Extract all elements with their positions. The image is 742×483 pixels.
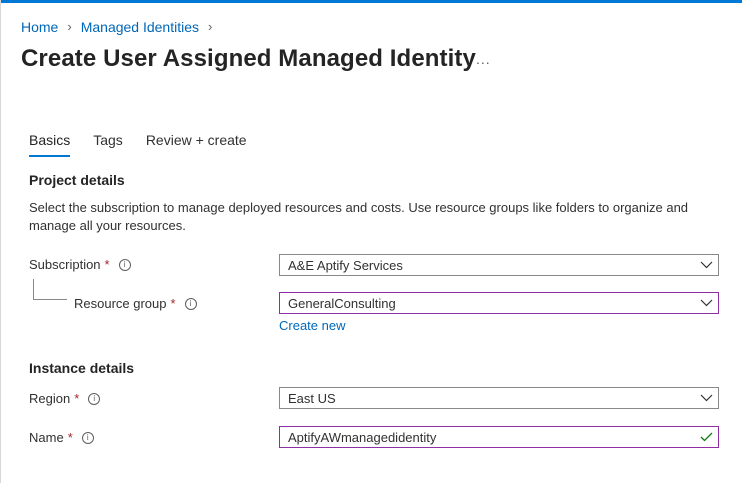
tab-basics[interactable]: Basics (29, 132, 71, 157)
subscription-label: Subscription * i (29, 257, 131, 272)
region-dropdown[interactable]: East US (279, 387, 719, 409)
region-label: Region * i (29, 391, 101, 406)
required-asterisk: * (104, 257, 110, 272)
name-value: AptifyAWmanagedidentity (288, 429, 437, 445)
resource-group-label: Resource group * i (74, 296, 197, 311)
tab-review-create[interactable]: Review + create (146, 132, 247, 157)
resource-group-label-text: Resource group (74, 296, 167, 311)
required-asterisk: * (74, 391, 80, 406)
chevron-down-icon (694, 293, 718, 313)
region-value: East US (288, 390, 336, 406)
chevron-down-icon (694, 388, 718, 408)
name-input[interactable]: AptifyAWmanagedidentity (279, 426, 719, 448)
breadcrumb-managed-identities[interactable]: Managed Identities (81, 19, 199, 35)
required-asterisk: * (170, 296, 176, 311)
create-new-link[interactable]: Create new (279, 318, 345, 333)
region-label-text: Region (29, 391, 71, 406)
breadcrumb: Home › Managed Identities › (21, 18, 221, 36)
name-label: Name * i (29, 430, 94, 445)
more-options-button[interactable]: ... (476, 51, 491, 67)
chevron-right-icon: › (67, 18, 72, 34)
breadcrumb-home[interactable]: Home (21, 19, 58, 35)
info-icon[interactable]: i (184, 297, 197, 310)
info-icon[interactable]: i (81, 431, 94, 444)
required-asterisk: * (67, 430, 73, 445)
project-details-description: Select the subscription to manage deploy… (29, 200, 689, 233)
project-details-heading: Project details (29, 172, 125, 188)
subscription-dropdown[interactable]: A&E Aptify Services (279, 254, 719, 276)
tab-tags[interactable]: Tags (93, 132, 123, 157)
tree-connector (33, 279, 67, 300)
chevron-right-icon: › (208, 18, 213, 34)
resource-group-value: GeneralConsulting (288, 295, 396, 311)
chevron-down-icon (694, 255, 718, 275)
instance-details-heading: Instance details (29, 360, 135, 376)
name-label-text: Name (29, 430, 64, 445)
subscription-value: A&E Aptify Services (288, 257, 403, 273)
resource-group-dropdown[interactable]: GeneralConsulting (279, 292, 719, 314)
left-edge-divider (0, 0, 1, 483)
top-accent-bar (0, 0, 742, 3)
info-icon[interactable]: i (118, 258, 131, 271)
checkmark-icon (694, 432, 718, 442)
info-icon[interactable]: i (88, 392, 101, 405)
page-title: Create User Assigned Managed Identity (21, 45, 476, 72)
tab-list: Basics Tags Review + create (29, 132, 270, 157)
subscription-label-text: Subscription (29, 257, 101, 272)
